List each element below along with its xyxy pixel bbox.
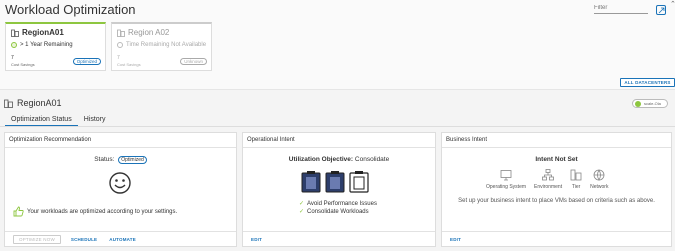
business-intent-card: Business Intent Intent Not Set Operating… (441, 132, 672, 247)
tab-history[interactable]: History (78, 113, 112, 127)
region-card-count-label: Cost Savings (11, 62, 35, 67)
status-badge: Unknown (180, 58, 207, 65)
tabs-divider (0, 126, 675, 127)
region-card-status: > 1 Year Remaining (11, 42, 73, 48)
list-item: ✓ Consolidate Workloads (299, 209, 369, 215)
selected-region-name: RegionA01 (17, 98, 62, 108)
criteria-network: Network (590, 169, 608, 190)
full-host-icon (325, 171, 345, 193)
criteria-environment: Environment (534, 169, 562, 190)
page-title: Workload Optimization (5, 2, 136, 17)
empty-host-icon (349, 171, 369, 193)
edit-operational-button[interactable]: EDIT (251, 237, 262, 242)
optimization-recommendation-card: Optimization Recommendation Status: Opti… (4, 132, 237, 247)
filter-field[interactable] (594, 3, 648, 14)
datacenter-icon (117, 29, 125, 37)
optimized-message: Your workloads are optimized according t… (27, 208, 178, 215)
card-divider (243, 147, 435, 148)
edit-business-button[interactable]: EDIT (450, 237, 461, 242)
card-title: Optimization Recommendation (9, 137, 92, 143)
card-footer: EDIT (243, 231, 435, 246)
region-card-name: RegionA01 (22, 28, 64, 37)
status-badge: Optimized (72, 58, 101, 65)
card-divider (442, 147, 671, 148)
clock-icon (117, 42, 123, 48)
filter-input[interactable] (594, 3, 648, 13)
scale-toggle[interactable]: scale-Ola (632, 99, 668, 108)
business-intent-heading: Intent Not Set (535, 156, 578, 163)
status-badge: Optimized (118, 156, 147, 164)
region-card-header: RegionA01 (11, 28, 64, 37)
smiley-icon (109, 172, 131, 194)
automate-button[interactable]: AUTOMATE (109, 237, 136, 242)
optimized-message-row: Your workloads are optimized according t… (13, 206, 177, 217)
check-icon: ✓ (299, 209, 305, 215)
operational-intent-card: Operational Intent Utilization Objective… (242, 132, 436, 247)
region-card-count: 7 (11, 55, 14, 61)
host-graphic (301, 171, 373, 193)
toggle-label: scale-Ola (644, 101, 661, 106)
optimize-now-button[interactable]: OPTIMIZE NOW (13, 234, 61, 244)
region-card-header: Region A02 (117, 28, 169, 37)
thumbs-up-icon (13, 206, 24, 217)
business-criteria: Operating System Environment Tier Networ… (486, 169, 616, 190)
status-ok-icon (11, 42, 17, 48)
card-footer: OPTIMIZE NOW SCHEDULE AUTOMATE (5, 231, 236, 246)
card-footer: EDIT (442, 231, 671, 246)
list-item: ✓ Avoid Performance Issues (299, 201, 377, 207)
utilization-objective: Utilization Objective: Consolidate (288, 156, 390, 163)
corner-caret-icon[interactable]: ⌃ (670, 0, 675, 8)
datacenter-icon (4, 99, 13, 108)
selected-region-header: RegionA01 (4, 98, 62, 108)
card-title: Business Intent (446, 137, 488, 143)
region-card-a01[interactable]: RegionA01 > 1 Year Remaining 7 Cost Savi… (5, 22, 106, 71)
optimization-status: Status: Optimized (5, 156, 236, 164)
card-divider (5, 147, 236, 148)
full-host-icon (301, 171, 321, 193)
all-datacenters-button[interactable]: ALL DATACENTERS (620, 78, 675, 87)
tier-icon (570, 169, 582, 181)
intent-bullets: ✓ Avoid Performance Issues ✓ Consolidate W… (299, 200, 377, 216)
card-title: Operational Intent (247, 137, 295, 143)
toggle-knob (635, 100, 641, 107)
globe-icon (593, 169, 605, 181)
region-card-name: Region A02 (128, 28, 170, 37)
schedule-button[interactable]: SCHEDULE (71, 237, 97, 242)
check-icon: ✓ (299, 201, 305, 207)
region-card-status: Time Remaining Not Available (117, 42, 206, 48)
criteria-operating-system: Operating System (486, 169, 526, 190)
business-intent-description: Set up your business intent to place VMs… (458, 198, 655, 204)
datacenter-icon (11, 29, 19, 37)
export-icon (658, 7, 664, 13)
export-button[interactable] (656, 5, 666, 15)
environment-icon (542, 169, 554, 181)
top-panel: Workload Optimization ⌃ RegionA01 > 1 Ye… (0, 0, 675, 90)
tab-optimization-status[interactable]: Optimization Status (5, 113, 78, 127)
region-card-count-label: Cost Savings (117, 62, 141, 67)
tab-bar: Optimization Status History (5, 113, 111, 127)
region-card-a02[interactable]: Region A02 Time Remaining Not Available … (111, 22, 212, 71)
monitor-icon (500, 170, 512, 181)
criteria-tier: Tier (570, 169, 582, 190)
region-card-count: 7 (117, 55, 120, 61)
